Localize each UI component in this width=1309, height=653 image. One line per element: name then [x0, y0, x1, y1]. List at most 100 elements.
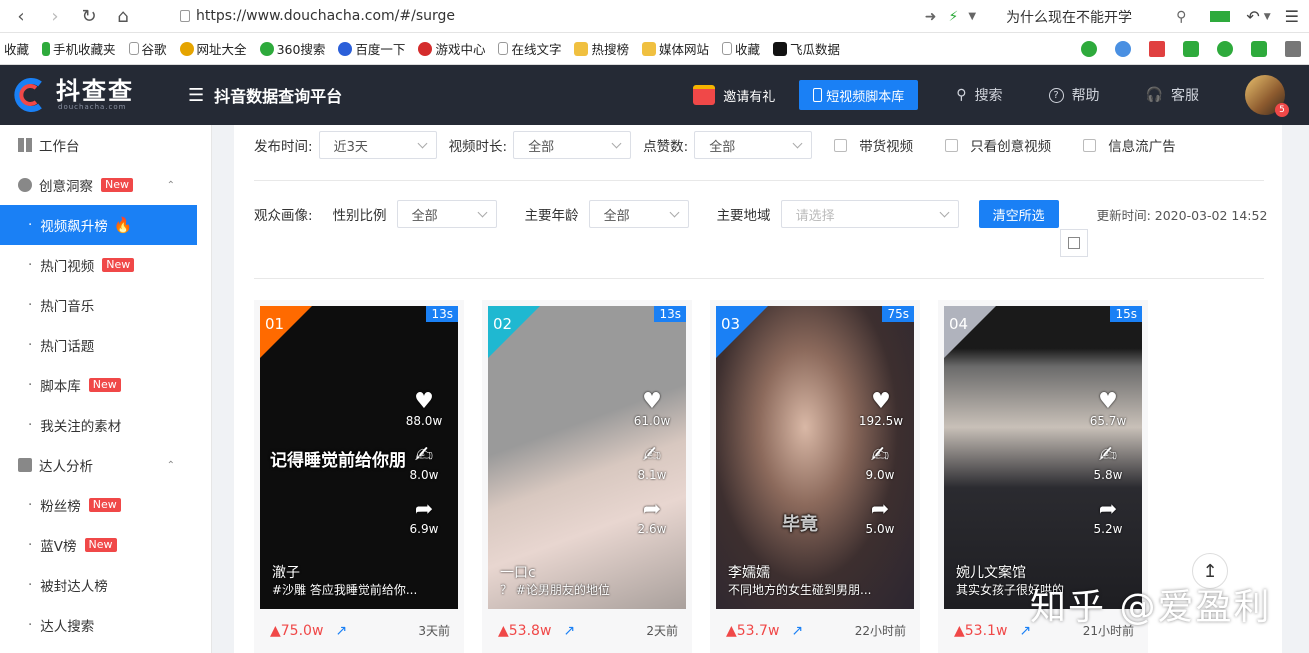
scissors-icon[interactable] [1149, 41, 1165, 57]
trend-chart-icon[interactable]: ↗ [563, 623, 575, 639]
trend-chart-icon[interactable]: ↗ [335, 623, 347, 639]
sidebar-item-bluev-rank[interactable]: · 蓝V榜 New [0, 525, 211, 565]
bookmark-item[interactable]: 手机收藏夹 [42, 39, 116, 58]
customer-service-link[interactable]: 🎧 客服 [1146, 85, 1199, 105]
bookmark-item[interactable]: 收藏 [722, 39, 760, 58]
menu-toggle-icon[interactable]: ☰ [188, 85, 204, 106]
region-select[interactable]: 请选择 [780, 200, 959, 228]
sidebar-item-influencer-search[interactable]: · 达人搜索 [0, 605, 211, 645]
headset-icon: 🎧 [1145, 87, 1163, 103]
bookmark-item[interactable]: 媒体网站 [641, 39, 709, 58]
sidebar-item-hot-topics[interactable]: · 热门话题 [0, 325, 211, 365]
goods-video-checkbox[interactable] [834, 138, 848, 152]
likes-stat: ♥ 61.0w [633, 389, 671, 429]
publish-time-select[interactable]: 近3天 [318, 131, 437, 159]
yen-icon[interactable] [1217, 41, 1233, 57]
search-link[interactable]: ⚲ 搜索 [956, 85, 1002, 105]
video-author[interactable]: 李嬬嬬 [728, 562, 770, 582]
video-author[interactable]: 一口c [500, 562, 536, 582]
video-thumbnail[interactable]: 记得睡觉前给你朋 01 13s ♥ 88.0w ✍ 8.0w ➦ 6.9w 澈子 #沙… [260, 306, 458, 609]
filter-row-basic: 发布时间: 近3天 视频时长: 全部 点赞数: 全部 带货视频 只看创意视频 信… [254, 131, 1176, 159]
search-icon[interactable]: ⚲ [1176, 9, 1186, 25]
video-author[interactable]: 婉儿文案馆 [956, 562, 1026, 582]
video-card[interactable]: 02 13s ♥ 61.0w ✍ 8.1w ➦ 2.6w 一口c ？ #论男朋友的地位… [482, 300, 692, 653]
sidebar-item-banned-rank[interactable]: · 被封达人榜 [0, 565, 211, 605]
bolt-icon[interactable]: ⚡ [949, 9, 959, 25]
creative-only-checkbox[interactable] [945, 138, 959, 152]
share-icon[interactable]: ➜ [925, 9, 937, 25]
rank-number: 03 [721, 315, 741, 333]
comment-icon: ✍ [414, 443, 434, 468]
gamepad-icon[interactable] [1251, 41, 1267, 57]
bookmark-item[interactable]: 360搜索 [259, 39, 325, 58]
extension-icon[interactable] [1183, 41, 1199, 57]
bookmark-item[interactable]: 百度一下 [338, 39, 405, 58]
sidebar-item-workbench[interactable]: 工作台 [0, 125, 211, 165]
video-description: #沙雕 答应我睡觉前给你... [272, 583, 418, 597]
trend-chart-icon[interactable]: ↗ [791, 623, 803, 639]
shares-stat: ➦ 5.0w [860, 498, 900, 537]
menu-icon[interactable]: ☰ [1285, 7, 1299, 26]
sidebar-item-video-surge[interactable]: · 视频飙升榜 🔥 [0, 205, 197, 245]
bookmark-item[interactable]: 收藏 [4, 39, 29, 58]
logo-icon [12, 76, 50, 114]
undo-icon[interactable]: ↶ [1246, 7, 1259, 26]
gender-select[interactable]: 全部 [396, 200, 497, 228]
sidebar-item-fans-rank[interactable]: · 粉丝榜 New [0, 485, 211, 525]
grid-icon [18, 138, 32, 152]
video-thumbnail[interactable]: 04 15s ♥ 65.7w ✍ 5.8w ➦ 5.2w 婉儿文案馆 其实女孩子很好哄… [944, 306, 1142, 609]
sidebar-item-script-library[interactable]: · 脚本库 New [0, 365, 211, 405]
video-card[interactable]: 记得睡觉前给你朋 01 13s ♥ 88.0w ✍ 8.0w ➦ 6.9w 澈子 #沙… [254, 300, 464, 653]
chevron-down-icon[interactable]: ▼ [1264, 12, 1271, 22]
video-thumbnail[interactable]: 毕竟 03 75s ♥ 192.5w ✍ 9.0w ➦ 5.0w 李嬬嬬 不同地方的女… [716, 306, 914, 609]
invite-button[interactable]: 邀请有礼 [693, 85, 775, 105]
bookmark-item[interactable]: 网址大全 [179, 39, 247, 58]
sidebar-item-creative-insight[interactable]: 创意洞察 New ⌃ [0, 165, 211, 205]
browser-search-input[interactable]: 为什么现在不能开学 [1006, 7, 1176, 27]
paw-icon [338, 41, 353, 56]
url-field[interactable]: https://www.douchacha.com/#/surge [180, 3, 800, 29]
chevron-up-icon[interactable]: ⌃ [167, 460, 175, 471]
increase-value: ▲53.8w [498, 622, 552, 639]
new-badge: New [88, 498, 121, 512]
watermark: 知乎 @爱盈利 [1030, 587, 1272, 628]
back-icon[interactable]: ‹ [8, 3, 34, 29]
duration-select[interactable]: 全部 [513, 131, 632, 159]
bookmark-item[interactable]: 热搜榜 [574, 39, 629, 58]
chevron-down-icon[interactable]: ▼ [968, 11, 976, 22]
sidebar-item-followed-materials[interactable]: · 我关注的素材 [0, 405, 211, 445]
main-content: 发布时间: 近3天 视频时长: 全部 点赞数: 全部 带货视频 只看创意视频 信… [234, 125, 1282, 653]
user-icon [18, 458, 32, 472]
sidebar-item-hot-videos[interactable]: · 热门视频 New [0, 245, 211, 285]
age-select[interactable]: 全部 [588, 200, 689, 228]
bookmark-item[interactable]: 在线文字 [498, 39, 561, 58]
script-library-button[interactable]: 短视频脚本库 [799, 80, 919, 110]
video-author[interactable]: 澈子 [272, 562, 300, 582]
video-thumbnail[interactable]: 02 13s ♥ 61.0w ✍ 8.1w ➦ 2.6w 一口c ？ #论男朋友的地位 [488, 306, 686, 609]
extension-icon[interactable] [1115, 41, 1131, 57]
forward-icon[interactable]: › [42, 3, 68, 29]
grid-view-button[interactable] [1060, 229, 1088, 257]
reload-icon[interactable]: ↻ [76, 3, 102, 29]
home-icon[interactable]: ⌂ [110, 3, 136, 29]
logo-text: 抖查查 [56, 77, 134, 105]
bookmark-item[interactable]: 谷歌 [128, 39, 167, 58]
increase-value: ▲53.7w [726, 622, 780, 639]
help-link[interactable]: ? 帮助 [1048, 85, 1100, 105]
grid-icon[interactable] [1285, 41, 1301, 57]
sidebar-item-influencer-analysis[interactable]: 达人分析 ⌃ [0, 445, 211, 485]
chevron-up-icon[interactable]: ⌃ [167, 180, 175, 191]
avatar[interactable]: 5 [1245, 75, 1289, 117]
browser-address-bar: ‹ › ↻ ⌂ https://www.douchacha.com/#/surg… [0, 0, 1309, 33]
video-card[interactable]: 毕竟 03 75s ♥ 192.5w ✍ 9.0w ➦ 5.0w 李嬬嬬 不同地方的女… [710, 300, 920, 653]
phone-icon [813, 88, 823, 102]
bookmark-item[interactable]: 飞瓜数据 [773, 39, 840, 58]
likes-select[interactable]: 全部 [694, 131, 813, 159]
video-description: 不同地方的女生碰到男朋... [728, 583, 872, 597]
logo[interactable]: 抖查查 douchacha.com [12, 76, 134, 114]
feed-ad-checkbox[interactable] [1083, 138, 1097, 152]
sidebar-item-hot-music[interactable]: · 热门音乐 [0, 285, 211, 325]
bookmark-item[interactable]: 游戏中心 [418, 39, 485, 58]
clear-filters-button[interactable]: 清空所选 [978, 200, 1059, 228]
extension-icon[interactable] [1081, 41, 1097, 57]
